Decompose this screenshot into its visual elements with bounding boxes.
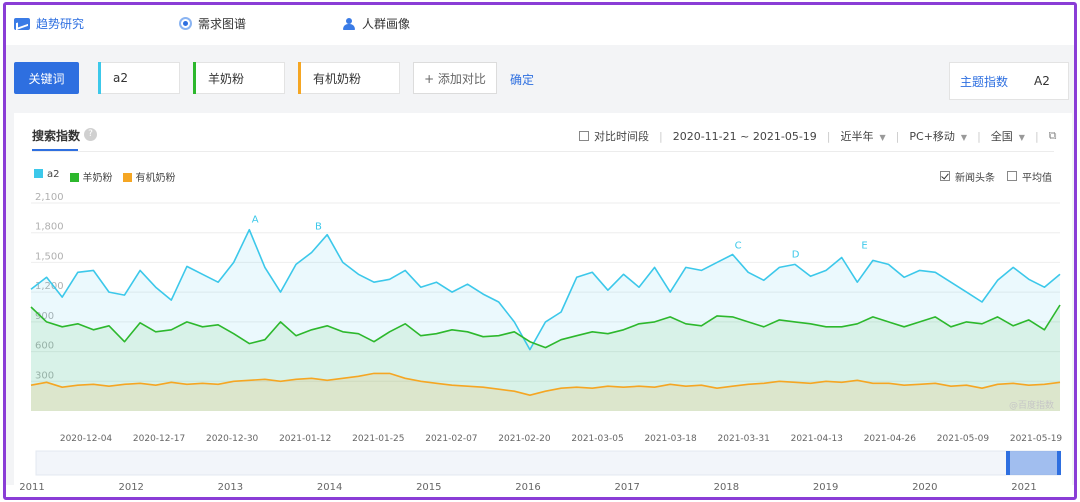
x-tick-label: 2021-05-09 [937,434,990,444]
timeline-handle-left [1006,451,1010,475]
x-tick-label: 2021-03-18 [644,434,697,444]
x-tick-label: 2021-05-19 [1010,434,1063,444]
annotation-label: C [735,240,742,251]
x-tick-label: 2021-04-26 [864,434,917,444]
timeline-track [35,450,1061,476]
x-tick-label: 2021-01-25 [352,434,404,444]
timeline-year-label: 2016 [515,482,540,493]
timeline-year-label: 2020 [912,482,937,493]
timeline-year-label: 2021 [1011,482,1036,493]
y-tick-label: 1,800 [35,222,64,233]
timeline-year-label: 2012 [118,482,143,493]
x-tick-label: 2021-04-13 [791,434,843,444]
timeline-handle-right [1057,451,1061,475]
timeline-year-label: 2015 [416,482,441,493]
app-frame: 趋势研究 需求图谱 人群画像 关键词 a2 羊奶粉 有机奶粉 + 添加对比 确定… [3,2,1077,500]
annotation-label: D [792,249,800,260]
y-tick-label: 1,500 [35,251,64,262]
timeline-year-label: 2013 [218,482,243,493]
x-tick-label: 2020-12-04 [60,434,113,444]
x-tick-label: 2021-02-20 [498,434,551,444]
x-tick-label: 2020-12-17 [133,434,185,444]
annotation-label: A [252,215,259,226]
x-tick-label: 2021-03-31 [718,434,770,444]
y-tick-label: 2,100 [35,192,64,203]
watermark: @百度指数 [1009,399,1054,411]
timeline-year-label: 2014 [317,482,342,493]
timeline-year-label: 2018 [714,482,739,493]
timeline-year-label: 2017 [614,482,639,493]
annotation-label: B [315,222,322,233]
search-index-chart: 3006009001,2001,5001,8002,100ABCDE2020-1… [19,192,1063,493]
timeline-year-label: 2011 [19,482,44,493]
x-tick-label: 2021-03-05 [571,434,623,444]
timeline-selection [1008,451,1060,475]
x-tick-label: 2021-02-07 [425,434,477,444]
x-tick-label: 2020-12-30 [206,434,259,444]
timeline-year-label: 2019 [813,482,838,493]
x-tick-label: 2021-01-12 [279,434,331,444]
annotation-label: E [861,240,867,251]
